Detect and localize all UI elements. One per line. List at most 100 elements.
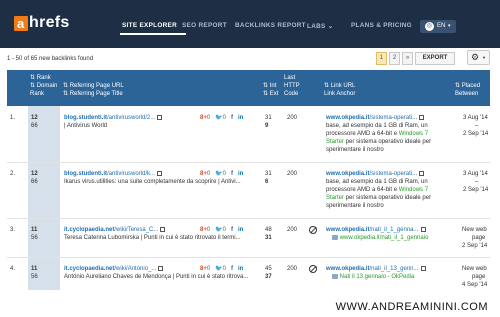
column-int[interactable]: ⇅ Int <box>263 82 276 90</box>
placed-separator: – <box>475 123 479 129</box>
link-url[interactable]: www.okpedia.it/nati_il_1_genna... <box>326 226 426 234</box>
google-plus-icon: 8+ <box>200 227 207 233</box>
export-button[interactable]: EXPORT <box>415 52 455 65</box>
http-code: 200 <box>287 171 298 177</box>
anchor-keyword: Windows 7 <box>398 131 429 137</box>
column-domain-rank[interactable]: ⇅ Domain Rank <box>30 82 58 98</box>
language-code: EN <box>437 23 446 29</box>
row-divider <box>7 257 490 258</box>
referring-page-title: Teresa Caterina Lubomirska | Punti in cu… <box>64 235 241 241</box>
anchor-keyword: Starter <box>326 195 345 201</box>
url-host: blog.studenti.it <box>64 171 107 177</box>
google-plus-icon: 8+ <box>200 171 207 177</box>
link-anchor-line: www.okpedia.it/nati_il_1_gennaio <box>330 234 428 242</box>
link-url[interactable]: www.okpedia.it/nati_il_13_genn... <box>326 265 426 273</box>
linkedin-icon: in <box>238 266 244 272</box>
external-link-icon[interactable] <box>157 114 163 120</box>
placed-status-page: page <box>472 235 486 241</box>
referring-page-url[interactable]: it.cyclopaedia.net/wiki/Teresa_C... <box>64 226 166 234</box>
link-anchor-line: Starter per sistema operativo ideale per <box>326 194 431 202</box>
column-last-http-code[interactable]: Last HTTP Code <box>284 74 308 98</box>
nav-plans-pricing[interactable]: PLANS & PRICING <box>351 22 412 29</box>
url-host: blog.studenti.it <box>64 115 107 121</box>
social-shares: 8+0 🐦0 f in <box>200 114 243 122</box>
social-shares: 8+0 🐦0 f in <box>200 265 243 273</box>
twitter-icon: 🐦 <box>215 266 223 272</box>
external-link-icon[interactable] <box>419 170 425 176</box>
column-int-label: Int <box>269 83 277 89</box>
column-ext[interactable]: ⇅ Ext <box>263 90 278 98</box>
nav-seo-report[interactable]: SEO REPORT <box>182 22 227 29</box>
nav-site-explorer[interactable]: SITE EXPLORER <box>122 22 177 29</box>
link-url[interactable]: www.okpedia.it/sistema-operati... <box>326 170 425 178</box>
page-2-button[interactable]: 2 <box>389 52 400 65</box>
google-plus-count: 0 <box>206 115 211 121</box>
referring-page-title: Ikarus virus.utilities: una suite comple… <box>64 179 241 185</box>
rank-value: 12 <box>31 171 38 177</box>
row-divider <box>7 162 490 163</box>
row-divider <box>7 218 490 219</box>
referring-page-url[interactable]: it.cyclopaedia.net/wiki/António_... <box>64 265 164 273</box>
ext-value: 31 <box>265 235 272 241</box>
referring-page-url[interactable]: blog.studenti.it/antivirusworld/2... <box>64 114 163 122</box>
link-anchor-line: base, ad esempio da 1 GB di Ram, un <box>326 179 428 185</box>
int-value: 45 <box>265 266 272 272</box>
rank-value: 11 <box>31 266 38 272</box>
link-anchor-line: processore AMD a 64-bit e Windows 7 <box>326 130 428 138</box>
linkedin-icon: in <box>238 115 244 121</box>
linkedin-icon: in <box>238 171 244 177</box>
between-date: 4 Sep '14 <box>462 282 488 288</box>
link-anchor-line: sperimentare il nostro <box>326 147 384 153</box>
between-date: 2 Sep '14 <box>462 243 488 249</box>
external-link-icon[interactable] <box>420 265 426 271</box>
external-link-icon[interactable] <box>157 170 163 176</box>
column-rank[interactable]: ⇅ Rank <box>30 74 51 82</box>
url-host: it.cyclopaedia.net <box>64 266 115 272</box>
link-url[interactable]: www.okpedia.it/sistema-operati... <box>326 114 425 122</box>
anchor-text: per sistema operativo ideale per <box>344 195 432 201</box>
between-date: 2 Sep '14 <box>463 131 489 137</box>
logo-text[interactable]: hrefs <box>29 14 70 32</box>
settings-button[interactable]: ⚙ ▼ <box>467 50 490 65</box>
external-link-icon[interactable] <box>158 265 164 271</box>
referring-page-title: | Antivirus World <box>64 123 108 129</box>
column-placed[interactable]: ⇅ Placed <box>455 82 480 90</box>
next-page-button[interactable]: » <box>402 52 413 65</box>
external-link-icon[interactable] <box>419 114 425 120</box>
domain-rank-value: 66 <box>31 179 38 185</box>
globe-icon: ◎ <box>425 22 434 31</box>
active-tab-indicator <box>120 33 186 35</box>
google-plus-icon: 8+ <box>200 266 207 272</box>
column-referring-page-title-label: Referring Page Title <box>69 91 123 97</box>
link-url-host: www.okpedia.it <box>326 227 370 233</box>
nav-backlinks-report[interactable]: BACKLINKS REPORT <box>235 22 306 29</box>
column-link-url[interactable]: ⇅ Link URL <box>324 82 355 90</box>
link-anchor-line: processore AMD a 64-bit e Windows 7 <box>326 186 428 194</box>
ahrefs-logo[interactable]: a <box>14 16 28 31</box>
domain-rank-value: 66 <box>31 123 38 129</box>
chevron-down-icon: ▾ <box>448 23 451 29</box>
external-link-icon[interactable] <box>420 226 426 232</box>
external-link-icon[interactable] <box>160 226 166 232</box>
link-url-path: /sistema-operati... <box>369 115 418 121</box>
http-code: 200 <box>287 227 298 233</box>
social-shares: 8+0 🐦0 f in <box>200 226 243 234</box>
page-1-button[interactable]: 1 <box>376 52 387 65</box>
column-referring-page-title[interactable]: ⇅ Referring Page Title <box>63 90 123 98</box>
linkedin-icon: in <box>238 227 244 233</box>
link-icon <box>332 273 338 279</box>
referring-page-url[interactable]: blog.studenti.it/antivirusworld/k... <box>64 170 163 178</box>
column-referring-page-url[interactable]: ⇅ Referring Page URL <box>63 82 124 90</box>
twitter-icon: 🐦 <box>215 227 223 233</box>
int-value: 31 <box>265 115 272 121</box>
watermark: WWW.ANDREAMININI.COM <box>0 299 500 317</box>
url-path: /antivirusworld/k... <box>107 171 156 177</box>
nav-labs[interactable]: LABS ⌄ <box>307 22 333 30</box>
row-number: 3. <box>10 227 16 233</box>
twitter-count: 0 <box>222 227 227 233</box>
ext-value: 37 <box>265 274 272 280</box>
chevron-down-icon: ⌄ <box>327 23 334 30</box>
rank-value: 11 <box>31 227 38 233</box>
language-selector[interactable]: ◎ EN ▾ <box>420 20 456 33</box>
column-link-anchor: Link Anchor <box>324 91 356 97</box>
